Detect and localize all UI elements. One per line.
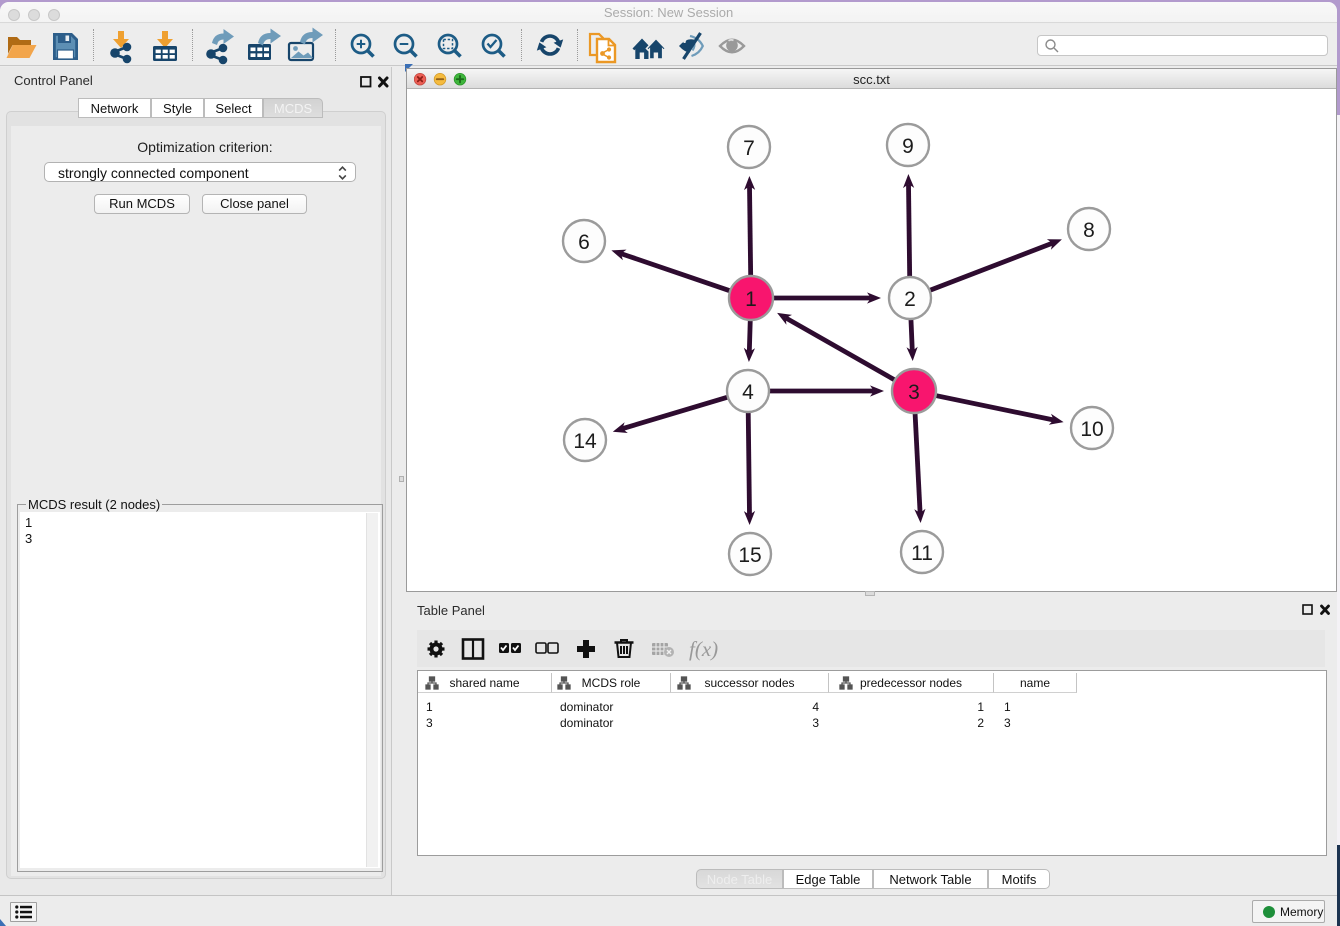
svg-text:10: 10 [1080,418,1103,441]
svg-text:7: 7 [743,137,755,160]
svg-text:3: 3 [908,381,920,404]
svg-text:6: 6 [578,231,590,254]
svg-text:11: 11 [911,542,933,565]
svg-text:9: 9 [902,135,914,158]
svg-text:1: 1 [745,288,757,311]
svg-text:4: 4 [742,381,754,404]
svg-text:15: 15 [738,544,761,567]
svg-text:8: 8 [1083,219,1095,242]
svg-text:14: 14 [573,430,597,453]
svg-text:2: 2 [904,288,916,311]
svg-text:f(x): f(x) [689,637,718,661]
